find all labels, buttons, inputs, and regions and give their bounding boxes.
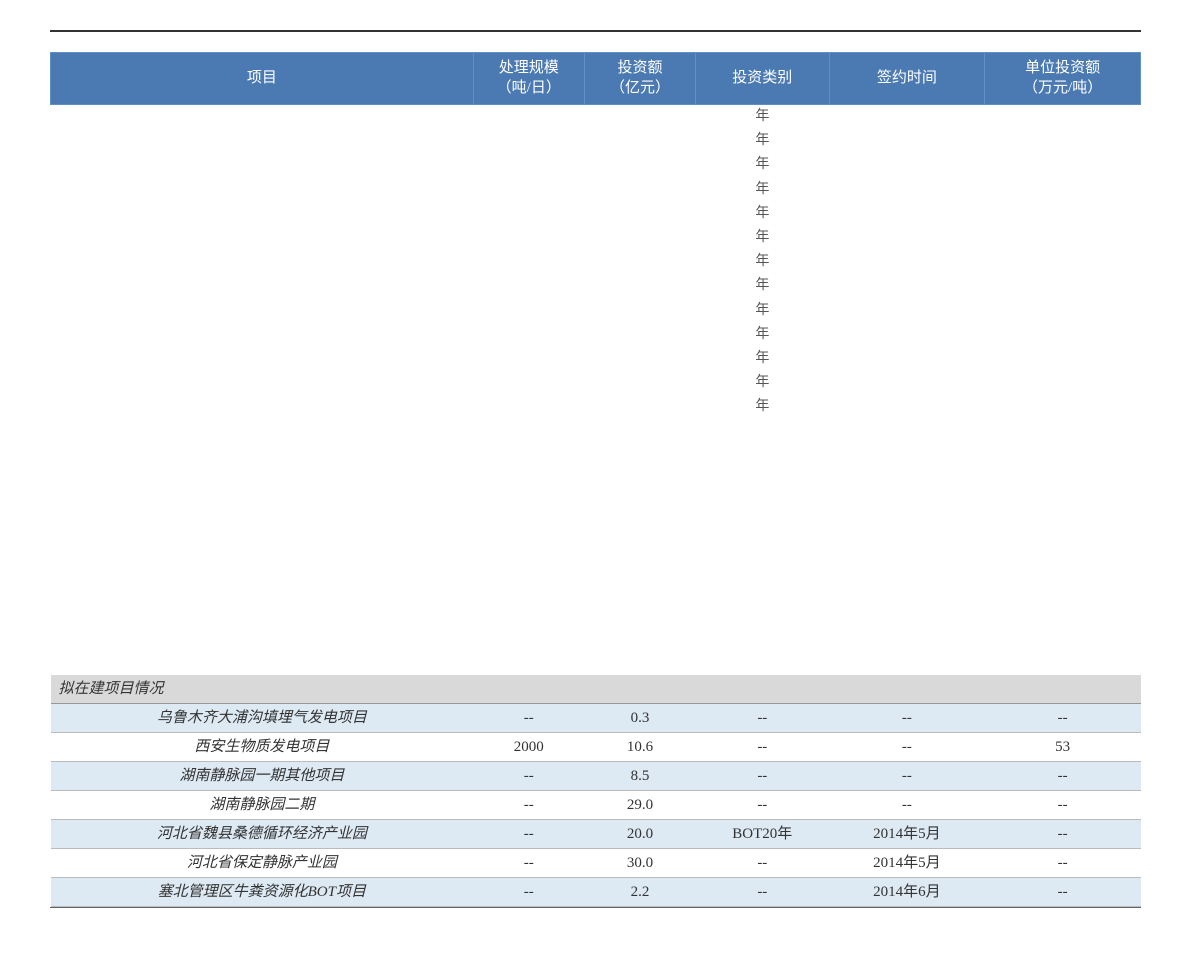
project-name: 河北省保定静脉产业园 bbox=[51, 849, 474, 878]
unit-value: -- bbox=[985, 849, 1141, 878]
table-row: 湖南静脉园一期其他项目--8.5------ bbox=[51, 762, 1141, 791]
year-row: 年 bbox=[51, 178, 1141, 202]
year-marker: 年 bbox=[696, 347, 829, 371]
table-row: 西安生物质发电项目200010.6----53 bbox=[51, 733, 1141, 762]
table-row: 塞北管理区牛粪资源化BOT项目--2.2--2014年6月-- bbox=[51, 878, 1141, 907]
header-scale: 处理规模（吨/日） bbox=[473, 53, 584, 105]
project-name: 西安生物质发电项目 bbox=[51, 733, 474, 762]
year-row: 年 bbox=[51, 250, 1141, 274]
year-marker: 年 bbox=[696, 323, 829, 347]
scale-value: -- bbox=[473, 704, 584, 733]
year-marker: 年 bbox=[696, 202, 829, 226]
invest-value: 8.5 bbox=[584, 762, 695, 791]
year-row: 年 bbox=[51, 347, 1141, 371]
project-name: 塞北管理区牛粪资源化BOT项目 bbox=[51, 878, 474, 907]
project-name: 湖南静脉园一期其他项目 bbox=[51, 762, 474, 791]
invest-value: 10.6 bbox=[584, 733, 695, 762]
type-value: -- bbox=[696, 791, 829, 820]
spacer-block bbox=[51, 419, 1141, 675]
year-row: 年 bbox=[51, 395, 1141, 419]
time-value: -- bbox=[829, 704, 985, 733]
section-header-row: 拟在建项目情况 bbox=[51, 675, 1141, 704]
time-value: 2014年5月 bbox=[829, 849, 985, 878]
type-value: -- bbox=[696, 704, 829, 733]
bottom-rule bbox=[50, 907, 1141, 908]
data-rows-body: 乌鲁木齐大浦沟填埋气发电项目--0.3------西安生物质发电项目200010… bbox=[51, 704, 1141, 907]
scale-value: -- bbox=[473, 820, 584, 849]
section-title: 拟在建项目情况 bbox=[51, 675, 1141, 704]
type-value: BOT20年 bbox=[696, 820, 829, 849]
header-type: 投资类别 bbox=[696, 53, 829, 105]
invest-value: 20.0 bbox=[584, 820, 695, 849]
year-marker: 年 bbox=[696, 226, 829, 250]
year-row: 年 bbox=[51, 299, 1141, 323]
time-value: -- bbox=[829, 733, 985, 762]
type-value: -- bbox=[696, 849, 829, 878]
project-name: 河北省魏县桑德循环经济产业园 bbox=[51, 820, 474, 849]
type-value: -- bbox=[696, 762, 829, 791]
invest-value: 2.2 bbox=[584, 878, 695, 907]
time-value: -- bbox=[829, 762, 985, 791]
invest-value: 0.3 bbox=[584, 704, 695, 733]
year-marker-block: 年年年年年年年年年年年年年 bbox=[51, 105, 1141, 420]
table-row: 湖南静脉园二期--29.0------ bbox=[51, 791, 1141, 820]
time-value: 2014年5月 bbox=[829, 820, 985, 849]
year-marker: 年 bbox=[696, 178, 829, 202]
section-body: 拟在建项目情况 bbox=[51, 675, 1141, 704]
year-row: 年 bbox=[51, 153, 1141, 177]
header-project: 项目 bbox=[51, 53, 474, 105]
year-row: 年 bbox=[51, 371, 1141, 395]
scale-value: -- bbox=[473, 878, 584, 907]
unit-value: -- bbox=[985, 791, 1141, 820]
spacer bbox=[51, 419, 1141, 675]
year-marker: 年 bbox=[696, 299, 829, 323]
scale-value: -- bbox=[473, 791, 584, 820]
table-row: 河北省魏县桑德循环经济产业园--20.0BOT20年2014年5月-- bbox=[51, 820, 1141, 849]
year-row: 年 bbox=[51, 226, 1141, 250]
year-row: 年 bbox=[51, 129, 1141, 153]
type-value: -- bbox=[696, 733, 829, 762]
document-page: 项目 处理规模（吨/日） 投资额（亿元） 投资类别 签约时间 单位投资额（万元/… bbox=[0, 0, 1191, 958]
year-marker: 年 bbox=[696, 153, 829, 177]
year-marker: 年 bbox=[696, 274, 829, 298]
projects-table: 项目 处理规模（吨/日） 投资额（亿元） 投资类别 签约时间 单位投资额（万元/… bbox=[50, 52, 1141, 907]
year-row: 年 bbox=[51, 105, 1141, 130]
scale-value: -- bbox=[473, 849, 584, 878]
top-rule bbox=[50, 30, 1141, 32]
year-row: 年 bbox=[51, 274, 1141, 298]
header-invest: 投资额（亿元） bbox=[584, 53, 695, 105]
year-marker: 年 bbox=[696, 105, 829, 130]
unit-value: -- bbox=[985, 878, 1141, 907]
unit-value: 53 bbox=[985, 733, 1141, 762]
invest-value: 30.0 bbox=[584, 849, 695, 878]
unit-value: -- bbox=[985, 762, 1141, 791]
invest-value: 29.0 bbox=[584, 791, 695, 820]
time-value: 2014年6月 bbox=[829, 878, 985, 907]
year-row: 年 bbox=[51, 323, 1141, 347]
scale-value: -- bbox=[473, 762, 584, 791]
year-marker: 年 bbox=[696, 250, 829, 274]
time-value: -- bbox=[829, 791, 985, 820]
unit-value: -- bbox=[985, 820, 1141, 849]
scale-value: 2000 bbox=[473, 733, 584, 762]
project-name: 湖南静脉园二期 bbox=[51, 791, 474, 820]
year-row: 年 bbox=[51, 202, 1141, 226]
header-unit: 单位投资额（万元/吨） bbox=[985, 53, 1141, 105]
table-header: 项目 处理规模（吨/日） 投资额（亿元） 投资类别 签约时间 单位投资额（万元/… bbox=[51, 53, 1141, 105]
year-marker: 年 bbox=[696, 395, 829, 419]
year-marker: 年 bbox=[696, 129, 829, 153]
header-time: 签约时间 bbox=[829, 53, 985, 105]
project-name: 乌鲁木齐大浦沟填埋气发电项目 bbox=[51, 704, 474, 733]
table-row: 河北省保定静脉产业园--30.0--2014年5月-- bbox=[51, 849, 1141, 878]
year-marker: 年 bbox=[696, 371, 829, 395]
unit-value: -- bbox=[985, 704, 1141, 733]
table-row: 乌鲁木齐大浦沟填埋气发电项目--0.3------ bbox=[51, 704, 1141, 733]
type-value: -- bbox=[696, 878, 829, 907]
